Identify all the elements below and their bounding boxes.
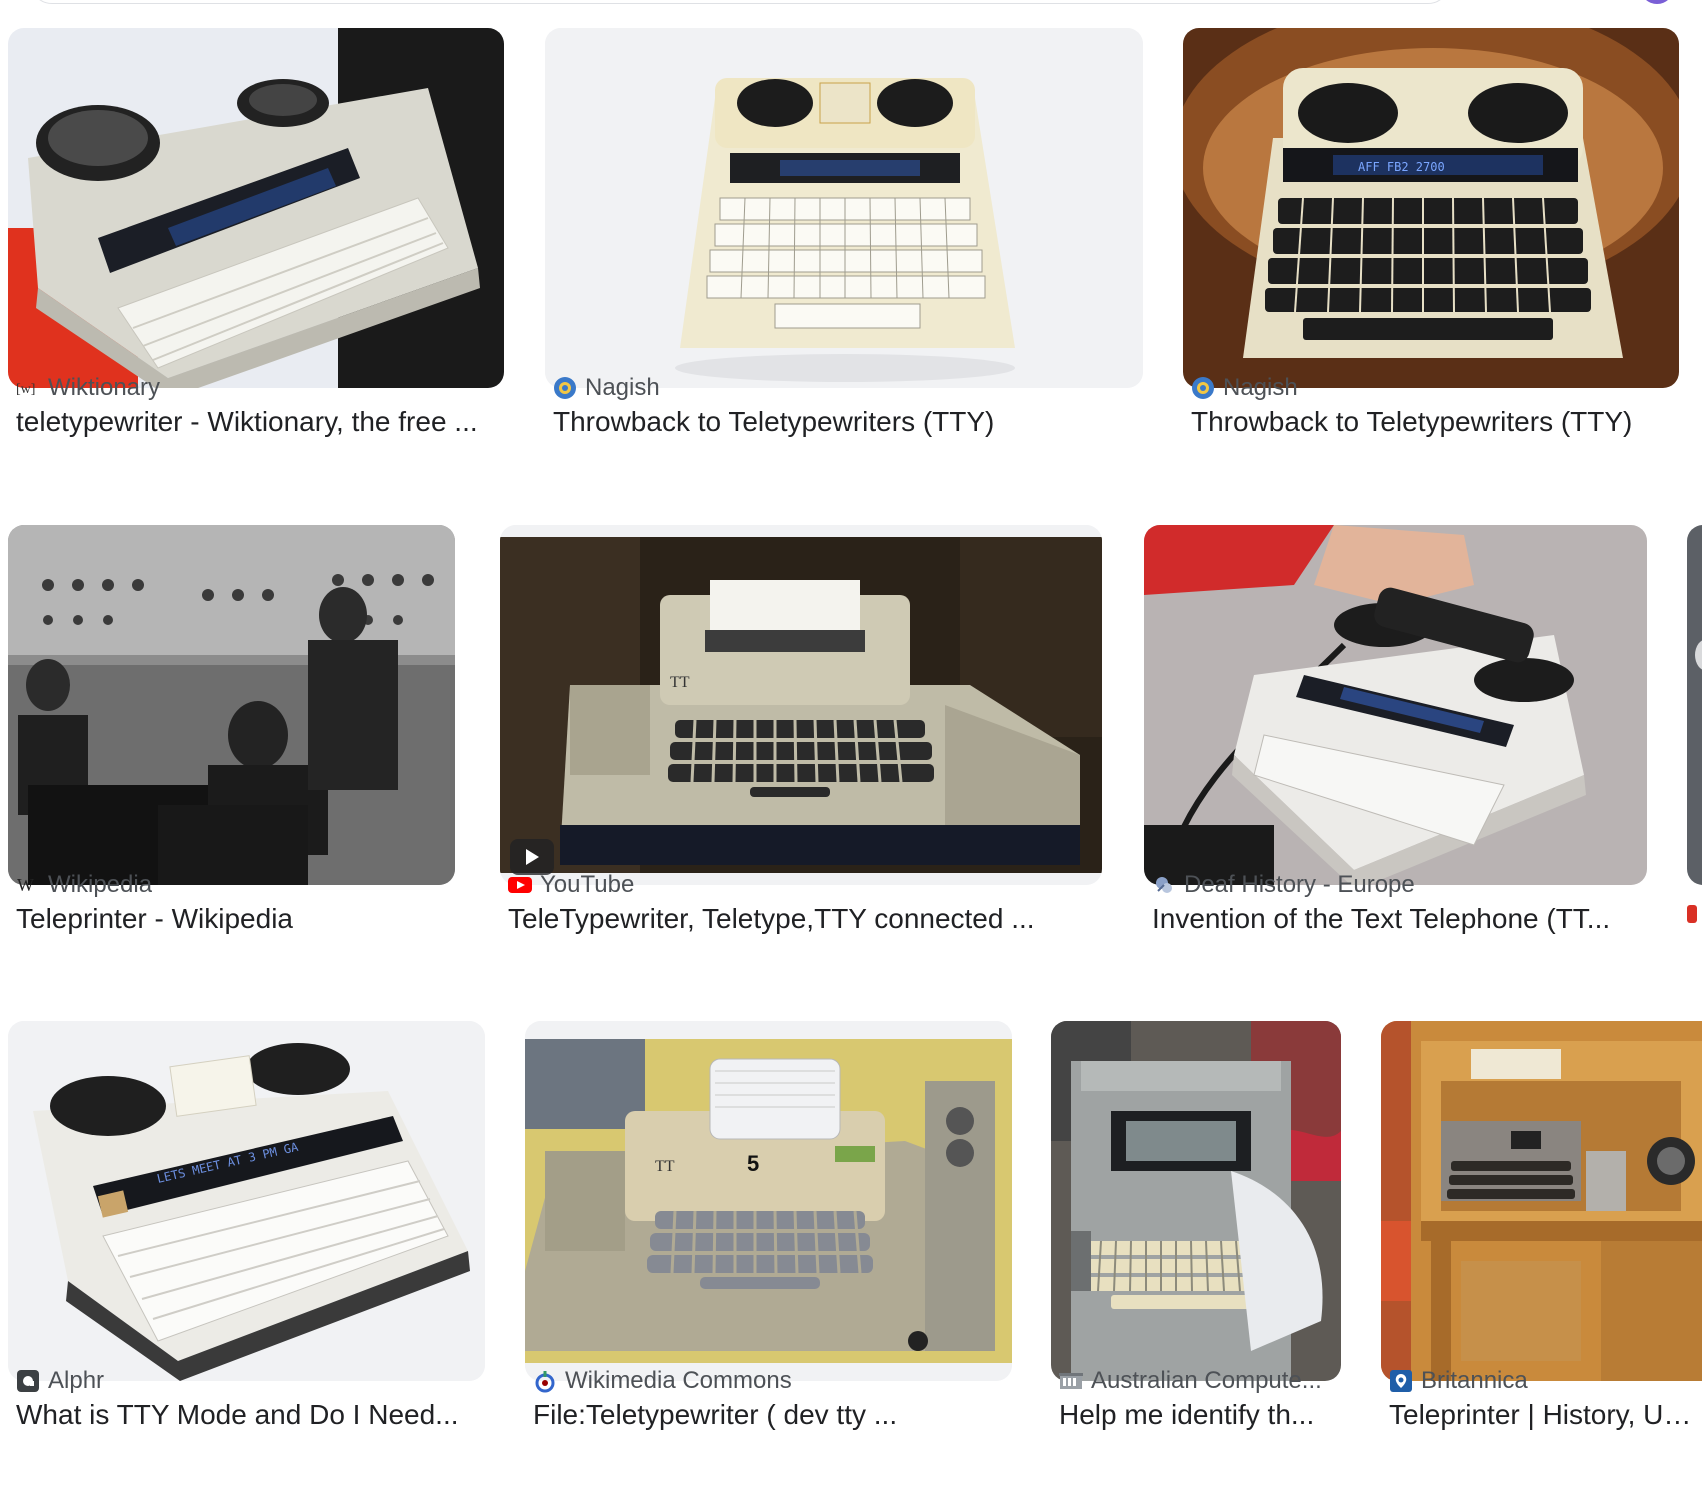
account-avatar[interactable]: [1640, 0, 1674, 4]
result-source: Deaf History - Europe: [1152, 871, 1415, 899]
image-result-card-partial[interactable]: [1687, 525, 1702, 985]
alphr-icon: [16, 1369, 40, 1393]
result-title[interactable]: File:Teletypewriter ( dev tty ...: [533, 1399, 1013, 1431]
image-result-card[interactable]: Britannica Teleprinter | History, Us...: [1381, 1021, 1702, 1491]
nagish-icon: [553, 376, 577, 400]
search-box[interactable]: [30, 0, 1450, 4]
youtube-icon: [508, 873, 532, 897]
wiktionary-icon: [w]: [16, 376, 40, 400]
result-source: Britannica: [1389, 1367, 1528, 1395]
result-title[interactable]: Throwback to Teletypewriters (TTY): [553, 406, 1143, 438]
result-title[interactable]: Teleprinter | History, Us...: [1389, 1399, 1694, 1431]
result-thumbnail[interactable]: TT 5: [525, 1021, 1012, 1381]
britannica-icon: [1389, 1369, 1413, 1393]
image-result-card[interactable]: W Wikipedia Teleprinter - Wikipedia: [8, 525, 468, 985]
result-title[interactable]: Help me identify th...: [1059, 1399, 1339, 1431]
result-source-label: Alphr: [48, 1367, 105, 1394]
result-source: Wikimedia Commons: [533, 1367, 792, 1395]
result-source-label: YouTube: [540, 871, 635, 898]
result-source-label: Nagish: [1223, 374, 1298, 401]
wikimedia-icon: [533, 1369, 557, 1393]
result-title[interactable]: Teleprinter - Wikipedia: [16, 903, 456, 935]
result-source-label: Wikimedia Commons: [565, 1367, 792, 1394]
svg-text:W: W: [17, 875, 34, 895]
result-source: Australian Compute...: [1059, 1367, 1322, 1395]
result-thumbnail[interactable]: AFF FB2 2700: [1183, 28, 1679, 388]
teletype-logo-text: TT: [655, 1158, 675, 1175]
australian-computer-icon: [1059, 1369, 1083, 1393]
play-icon: [526, 849, 539, 865]
result-thumbnail[interactable]: TT: [500, 525, 1102, 885]
result-source-label: Wiktionary: [48, 374, 161, 401]
partial-favicon: [1687, 905, 1697, 923]
result-source-label: Britannica: [1421, 1367, 1528, 1394]
deaf-history-icon: [1152, 873, 1176, 897]
image-result-card[interactable]: Deaf History - Europe Invention of the T…: [1144, 525, 1664, 985]
result-source: W Wikipedia: [16, 871, 152, 899]
result-source-label: Nagish: [585, 374, 660, 401]
result-title[interactable]: Throwback to Teletypewriters (TTY): [1191, 406, 1691, 438]
result-thumbnail[interactable]: [1051, 1021, 1341, 1381]
result-thumbnail[interactable]: LETS MEET AT 3 PM GA: [8, 1021, 485, 1381]
result-title[interactable]: teletypewriter - Wiktionary, the free ..…: [16, 406, 486, 438]
image-result-card[interactable]: TT 5 Wikimedia Commons File:Teletypewrit…: [525, 1021, 1025, 1491]
result-source: Nagish: [553, 374, 660, 402]
play-video-button[interactable]: [510, 839, 554, 875]
teletype-logo-text: TT: [670, 674, 690, 691]
result-source-label: Wikipedia: [48, 871, 153, 898]
result-thumbnail[interactable]: [1687, 525, 1702, 885]
wikipedia-icon: W: [16, 873, 40, 897]
result-thumbnail[interactable]: [1144, 525, 1647, 885]
result-source: Alphr: [16, 1367, 104, 1395]
image-result-card[interactable]: [w] Wiktionary teletypewriter - Wiktiona…: [8, 28, 508, 488]
result-source: YouTube: [508, 871, 634, 899]
result-source: [w] Wiktionary: [16, 374, 160, 402]
image-result-card[interactable]: AFF FB2 2700 Nagish Throwback to Teletyp…: [1183, 28, 1693, 488]
image-result-card[interactable]: Australian Compute... Help me identify t…: [1051, 1021, 1351, 1491]
result-thumbnail[interactable]: [8, 28, 504, 388]
result-thumbnail[interactable]: [8, 525, 455, 885]
result-title[interactable]: What is TTY Mode and Do I Need...: [16, 1399, 486, 1431]
image-result-card[interactable]: Nagish Throwback to Teletypewriters (TTY…: [545, 28, 1145, 488]
result-source: Nagish: [1191, 374, 1298, 402]
tty-display-text: AFF FB2 2700: [1358, 160, 1445, 174]
image-result-card[interactable]: LETS MEET AT 3 PM GA Alphr What is TTY M…: [8, 1021, 498, 1491]
result-source-label: Australian Compute...: [1091, 1367, 1322, 1394]
machine-number-text: 5: [747, 1151, 759, 1176]
result-title[interactable]: TeleTypewriter, Teletype,TTY connected .…: [508, 903, 1108, 935]
result-thumbnail[interactable]: [545, 28, 1143, 388]
svg-text:[w]: [w]: [16, 382, 35, 397]
result-title[interactable]: Invention of the Text Telephone (TT...: [1152, 903, 1642, 935]
image-result-card[interactable]: TT YouTube TeleTypewriter, Teletype,TTY …: [500, 525, 1110, 985]
result-source-label: Deaf History - Europe: [1184, 871, 1415, 898]
nagish-icon: [1191, 376, 1215, 400]
result-thumbnail[interactable]: [1381, 1021, 1702, 1381]
